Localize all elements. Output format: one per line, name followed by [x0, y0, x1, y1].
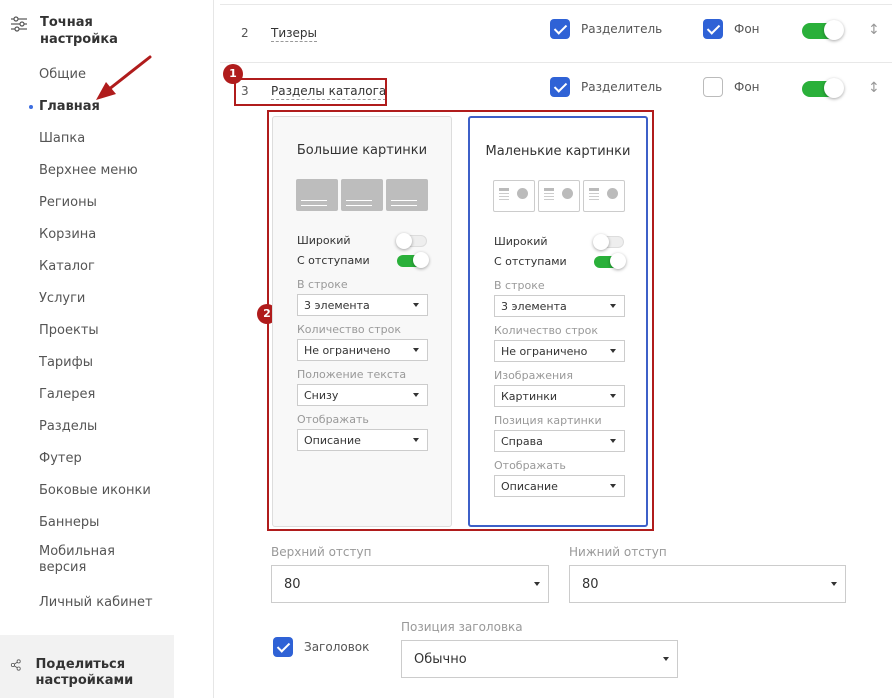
sidebar-item-footer[interactable]: Футер	[39, 448, 153, 480]
divider-label: Разделитель	[581, 80, 663, 94]
display-label: Отображать	[297, 413, 369, 426]
padding-label: С отступами	[494, 255, 567, 268]
sidebar-item-tariffs[interactable]: Тарифы	[39, 352, 153, 384]
display-select[interactable]: Описание	[494, 475, 625, 497]
per-row-select[interactable]: 3 элемента	[494, 295, 625, 317]
sidebar-item-gallery[interactable]: Галерея	[39, 384, 153, 416]
sidebar-item-regions[interactable]: Регионы	[39, 192, 153, 224]
divider-checkbox[interactable]	[550, 19, 570, 39]
divider-checkbox[interactable]	[550, 77, 570, 97]
sidebar-item-cart[interactable]: Корзина	[39, 224, 153, 256]
sidebar-item-services[interactable]: Услуги	[39, 288, 153, 320]
rows-count-select[interactable]: Не ограничено	[494, 340, 625, 362]
main-panel: 2 Тизеры Разделитель Фон ↕ 3 Разделы кат…	[214, 0, 892, 698]
background-checkbox[interactable]	[703, 19, 723, 39]
background-label: Фон	[734, 80, 760, 94]
display-label: Отображать	[494, 459, 566, 472]
template-card-big-pictures[interactable]: Большие картинки Широкий С отступами В с…	[272, 116, 452, 527]
background-checkbox[interactable]	[703, 77, 723, 97]
row-name-link[interactable]: Тизеры	[271, 26, 317, 42]
annotation-badge-1: 1	[223, 64, 243, 84]
sidebar-item-sections[interactable]: Разделы	[39, 416, 153, 448]
heading-label: Заголовок	[304, 640, 370, 654]
text-position-select[interactable]: Снизу	[297, 384, 428, 406]
image-position-select[interactable]: Справа	[494, 430, 625, 452]
sidebar-item-general[interactable]: Общие	[39, 64, 153, 96]
wide-toggle[interactable]	[593, 234, 624, 250]
sidebar-item-banners[interactable]: Баннеры	[39, 512, 153, 544]
sidebar-item-account[interactable]: Личный кабинет	[39, 592, 153, 624]
rows-count-select[interactable]: Не ограничено	[297, 339, 428, 361]
bottom-padding-label: Нижний отступ	[569, 545, 667, 559]
share-settings-button[interactable]: Поделиться настройками	[0, 635, 174, 698]
row-number: 2	[241, 26, 249, 40]
per-row-label: В строке	[297, 278, 348, 291]
share-icon	[10, 659, 21, 671]
per-row-select[interactable]: 3 элемента	[297, 294, 428, 316]
background-label: Фон	[734, 22, 760, 36]
card-title: Маленькие картинки	[485, 144, 631, 159]
preview-image	[583, 180, 625, 212]
sidebar-title: Точная настройка	[40, 15, 118, 47]
sidebar-item-mobile[interactable]: Мобильная версия	[39, 544, 129, 592]
row-enable-toggle[interactable]	[802, 78, 844, 98]
preview-image	[386, 179, 428, 211]
sidebar-item-catalog[interactable]: Каталог	[39, 256, 153, 288]
share-settings-label: Поделиться настройками	[35, 657, 134, 688]
padding-toggle[interactable]	[397, 252, 429, 268]
preview-image	[493, 180, 535, 212]
sidebar-item-side-icons[interactable]: Боковые иконки	[39, 480, 153, 512]
padding-label: С отступами	[297, 254, 370, 267]
wide-label: Широкий	[297, 234, 351, 247]
heading-position-label: Позиция заголовка	[401, 620, 523, 634]
divider-label: Разделитель	[581, 22, 663, 36]
row-enable-toggle[interactable]	[802, 20, 844, 40]
row-divider	[220, 62, 892, 63]
wide-toggle[interactable]	[396, 233, 427, 249]
images-select[interactable]: Картинки	[494, 385, 625, 407]
rows-count-label: Количество строк	[297, 323, 401, 336]
preview-image	[341, 179, 383, 211]
sidebar-header[interactable]: Точная настройка	[10, 14, 150, 48]
sidebar-item-projects[interactable]: Проекты	[39, 320, 153, 352]
sliders-icon	[11, 16, 27, 32]
preview-image	[296, 179, 338, 211]
wide-label: Широкий	[494, 235, 548, 248]
text-position-label: Положение текста	[297, 368, 407, 381]
top-padding-label: Верхний отступ	[271, 545, 372, 559]
card-title: Большие картинки	[296, 143, 428, 158]
sidebar-item-top-menu[interactable]: Верхнее меню	[39, 160, 153, 192]
drag-handle-icon[interactable]: ↕	[868, 80, 880, 96]
heading-checkbox[interactable]	[273, 637, 293, 657]
display-select[interactable]: Описание	[297, 429, 428, 451]
per-row-label: В строке	[494, 279, 545, 292]
sidebar: Точная настройка Общие Главная Шапка Вер…	[0, 0, 214, 698]
sidebar-nav: Общие Главная Шапка Верхнее меню Регионы…	[29, 64, 153, 624]
drag-handle-icon[interactable]: ↕	[868, 22, 880, 38]
images-label: Изображения	[494, 369, 573, 382]
rows-count-label: Количество строк	[494, 324, 598, 337]
heading-position-select[interactable]: Обычно	[401, 640, 678, 678]
preview-image	[538, 180, 580, 212]
sidebar-item-header[interactable]: Шапка	[39, 128, 153, 160]
annotation-highlight-1	[234, 78, 387, 106]
template-card-small-pictures[interactable]: Маленькие картинки Широкий С отступами В…	[468, 116, 648, 527]
top-padding-select[interactable]: 80	[271, 565, 549, 603]
image-position-label: Позиция картинки	[494, 414, 602, 427]
padding-toggle[interactable]	[594, 253, 626, 269]
bottom-padding-select[interactable]: 80	[569, 565, 846, 603]
block-row-teasers: 2 Тизеры Разделитель Фон ↕	[214, 14, 892, 54]
sidebar-item-main[interactable]: Главная	[29, 96, 153, 128]
row-divider	[220, 4, 892, 5]
